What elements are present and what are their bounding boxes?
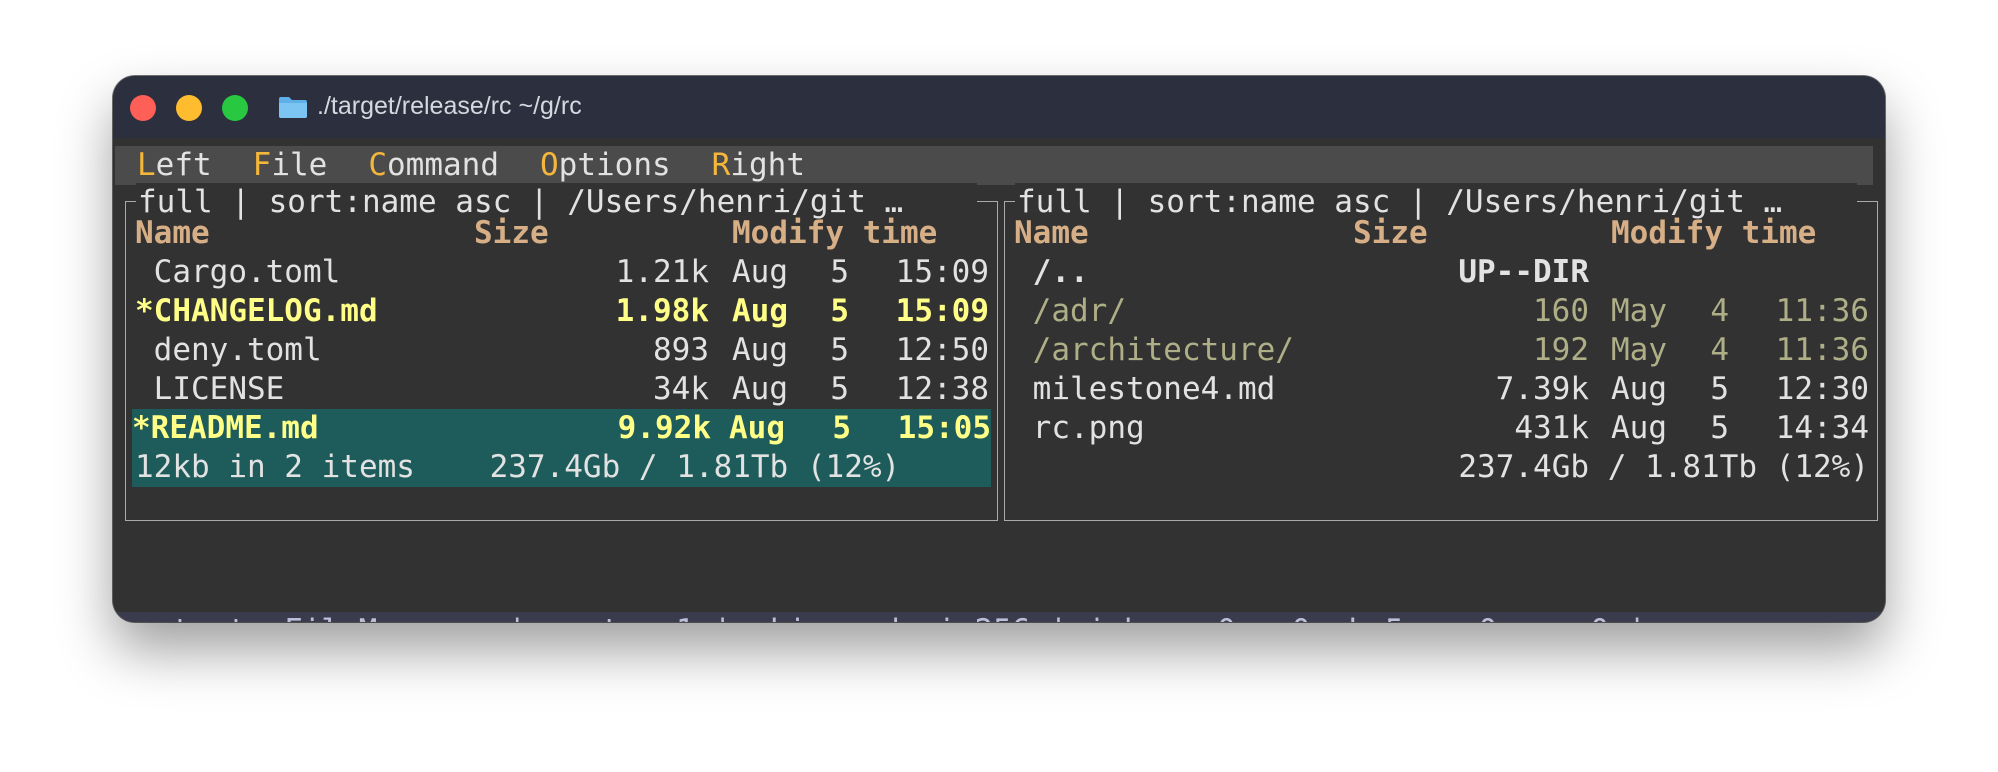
file-row[interactable]: /architecture/192 May 4 11:36 xyxy=(1014,331,1869,370)
file-row[interactable]: /.. UP--DIR xyxy=(1014,253,1869,292)
column-modify-header[interactable]: Modify time xyxy=(1611,214,1816,253)
terminal-window: ./target/release/rc ~/g/rc Left File Comma… xyxy=(113,76,1885,622)
file-name: LICENSE xyxy=(135,371,285,407)
file-name: /adr/ xyxy=(1014,293,1126,329)
menu-item-hotkey: C xyxy=(368,147,388,183)
terminal-content[interactable]: Left File Command Options Right full | sort:… xyxy=(113,138,1885,622)
file-row[interactable]: milestone4.md 7.39k Aug 5 12:30 xyxy=(1014,370,1869,409)
file-month: Aug xyxy=(1611,410,1667,446)
file-size: 431k xyxy=(1514,410,1589,446)
file-name: *README.md xyxy=(132,410,319,446)
column-header-row: Name Size Modify time xyxy=(135,214,989,253)
left-panel[interactable]: full | sort:name asc | /Users/henri/git … xyxy=(125,183,998,521)
file-month: May xyxy=(1611,332,1667,368)
menu-item-hotkey: F xyxy=(252,147,272,183)
file-time: 11:36 xyxy=(1775,293,1869,329)
file-time: 12:30 xyxy=(1775,371,1869,407)
file-day: 5 xyxy=(1710,371,1729,407)
file-time: 15:05 xyxy=(897,410,991,446)
file-name: rc.png xyxy=(1014,410,1145,446)
menu-item-hotkey: L xyxy=(137,147,156,183)
file-day: 5 xyxy=(830,254,849,290)
menu-item-hotkey: O xyxy=(540,147,559,183)
file-row[interactable]: *README.md 9.92k Aug 5 15:05 xyxy=(132,409,991,448)
file-time: 12:38 xyxy=(895,371,989,407)
file-day: 5 xyxy=(1710,410,1729,446)
status-line: context: FileManager | routes:1 | skin:m… xyxy=(113,612,1885,622)
menu-item-command[interactable]: Command xyxy=(368,146,499,185)
file-size: 893 xyxy=(653,332,709,368)
minimize-button[interactable] xyxy=(176,95,202,121)
folder-icon xyxy=(279,97,307,118)
file-row[interactable]: *CHANGELOG.md 1.98k Aug 5 15:09 xyxy=(135,292,989,331)
file-name: Cargo.toml xyxy=(135,254,341,290)
file-name: milestone4.md xyxy=(1014,371,1276,407)
column-name-header[interactable]: Name xyxy=(1014,214,1089,253)
file-name: deny.toml xyxy=(135,332,322,368)
file-month: Aug xyxy=(732,293,788,329)
menu-item-right[interactable]: Right xyxy=(712,146,805,185)
column-header-row: Name Size Modify time xyxy=(1014,214,1869,253)
file-row[interactable]: deny.toml 893 Aug 5 12:50 xyxy=(135,331,989,370)
file-name: /architecture/ xyxy=(1014,332,1294,368)
column-size-header[interactable]: Size xyxy=(1353,214,1428,253)
file-size: UP--DIR xyxy=(1458,254,1589,290)
file-day: 5 xyxy=(832,410,851,446)
column-modify-header[interactable]: Modify time xyxy=(732,214,937,253)
zoom-button[interactable] xyxy=(222,95,248,121)
file-size: 34k xyxy=(653,371,709,407)
file-size: 9.92k xyxy=(617,410,711,446)
file-time: 15:09 xyxy=(895,254,989,290)
file-name: /.. xyxy=(1014,254,1089,290)
menu-item-label: eft xyxy=(155,147,212,183)
file-row[interactable]: LICENSE 34k Aug 5 12:38 xyxy=(135,370,989,409)
file-time: 11:36 xyxy=(1775,332,1869,368)
file-row[interactable]: /adr/160 May 4 11:36 xyxy=(1014,292,1869,331)
file-row[interactable]: rc.png 431k Aug 5 14:34 xyxy=(1014,409,1869,448)
close-button[interactable] xyxy=(130,95,156,121)
file-day: 5 xyxy=(830,293,849,329)
file-day: 4 xyxy=(1710,293,1729,329)
right-panel[interactable]: full | sort:name asc | /Users/henri/git … xyxy=(1004,183,1878,521)
file-month: May xyxy=(1611,293,1667,329)
panel-footer: 12kb in 2 items 237.4Gb / 1.81Tb (12%) xyxy=(132,448,991,487)
file-month: Aug xyxy=(1611,371,1667,407)
column-name-header[interactable]: Name xyxy=(135,214,210,253)
file-size: 160 xyxy=(1533,293,1589,329)
menu-item-file[interactable]: File xyxy=(253,146,328,185)
menu-bar: Left File Command Options Right xyxy=(115,146,1873,185)
file-month: Aug xyxy=(729,410,785,446)
title-bar[interactable]: ./target/release/rc ~/g/rc xyxy=(113,76,1885,138)
file-month: Aug xyxy=(732,332,788,368)
menu-item-options[interactable]: Options xyxy=(540,146,671,185)
column-size-header[interactable]: Size xyxy=(474,214,549,253)
window-title: ./target/release/rc ~/g/rc xyxy=(317,92,582,120)
file-day: 4 xyxy=(1710,332,1729,368)
file-name: *CHANGELOG.md xyxy=(135,293,378,329)
file-size: 1.21k xyxy=(615,254,709,290)
file-row[interactable]: Cargo.toml 1.21k Aug 5 15:09 xyxy=(135,253,989,292)
file-day: 5 xyxy=(830,371,849,407)
menu-item-label: ile xyxy=(271,147,328,183)
menu-item-label: ight xyxy=(730,147,805,183)
panel-footer: 237.4Gb / 1.81Tb (12%) xyxy=(1458,449,1869,485)
menu-item-label: ptions xyxy=(558,147,671,183)
file-month: Aug xyxy=(732,371,788,407)
file-size: 1.98k xyxy=(615,293,709,329)
file-day: 5 xyxy=(830,332,849,368)
file-time: 14:34 xyxy=(1775,410,1869,446)
menu-item-left[interactable]: Left xyxy=(137,146,212,185)
file-size: 192 xyxy=(1533,332,1589,368)
file-size: 7.39k xyxy=(1495,371,1589,407)
menu-item-hotkey: R xyxy=(711,147,731,183)
file-time: 12:50 xyxy=(895,332,989,368)
menu-item-label: ommand xyxy=(387,147,499,183)
file-month: Aug xyxy=(732,254,788,290)
file-time: 15:09 xyxy=(895,293,989,329)
